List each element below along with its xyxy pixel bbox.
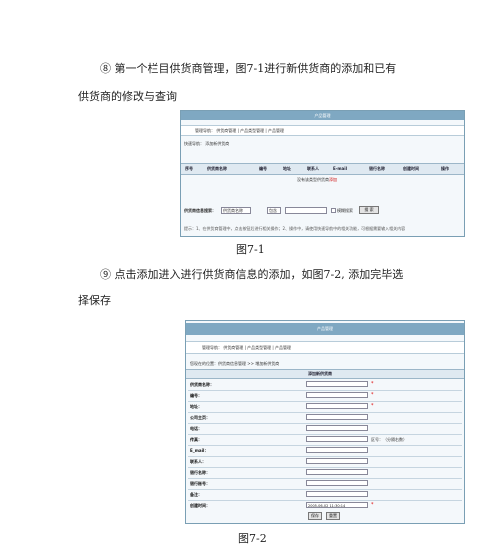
required-mark: * [371, 381, 374, 387]
label-code: 编号： [190, 393, 202, 398]
caption-7-1: 图7-1 [236, 243, 265, 256]
label-remarks: 备注： [190, 492, 202, 497]
input-email[interactable] [306, 447, 368, 453]
label-contact: 联系人： [190, 459, 206, 464]
figure2-section-title: 添加新供货商 [308, 371, 332, 376]
col-email: E-mail [333, 166, 348, 171]
input-bank-name[interactable] [306, 469, 368, 475]
figure1-search-button[interactable]: 搜 索 [359, 206, 379, 214]
save-button[interactable]: 保存 [308, 512, 322, 520]
figure1-search-label: 供货商信息搜索： [184, 208, 216, 213]
figure-7-1-screenshot: 产品管理 管理导航： 供货商管理 | 产品类型管理 | 产品管理 快速导航： 添… [180, 110, 465, 237]
col-contact: 联系人 [307, 166, 319, 171]
figure2-breadcrumb: 您现在的位置：供货商信息管理 >> 增加新供货商 [190, 361, 280, 366]
figure1-empty-row: 没有该类型供货商添加 [297, 177, 337, 183]
fax-note: 区号：（分隔右数） [371, 437, 407, 442]
figure1-tip: 提示：1、在供货商管理中，点击按钮后进行相关操作；2、操作中，请使用快速导航中的… [184, 226, 406, 231]
required-mark: * [371, 403, 374, 409]
col-bank: 银行名称 [369, 166, 385, 171]
paragraph-1-line-2: 供货商的修改与查询 [78, 90, 177, 103]
figure1-fuzzy-label: 模糊搜索 [337, 208, 353, 213]
figure-7-2-screenshot: 产品管理 管理导航： 供货商管理 | 产品类型管理 | 产品管理 您现在的位置：… [185, 320, 465, 524]
col-index: 序号 [185, 166, 193, 171]
label-phone: 电话： [190, 426, 202, 431]
paragraph-2-line-1: ⑨ 点击添加进入进行供货商信息的添加，如图7-2, 添加完毕选 [100, 268, 404, 281]
figure1-search-field-select[interactable]: 供货商名称 [221, 207, 251, 214]
figure1-search-input[interactable] [285, 207, 327, 214]
label-email: E_mail： [190, 448, 209, 453]
input-phone[interactable] [306, 425, 368, 431]
col-created: 创建时间 [403, 166, 419, 171]
figure2-section-header: 添加新供货商 [186, 369, 464, 379]
figure1-search-op-select[interactable]: 包含 [267, 207, 281, 214]
input-homepage[interactable] [306, 414, 368, 420]
input-supplier-name[interactable] [306, 381, 368, 387]
figure1-quick-nav: 快速导航： 添加新供货商 [184, 141, 230, 146]
caption-7-2: 图7-2 [238, 532, 267, 545]
label-bank-name: 银行名称： [190, 470, 210, 475]
figure1-nav: 管理导航： 供货商管理 | 产品类型管理 | 产品管理 [181, 125, 464, 136]
col-supplier-name: 供货商名称 [207, 166, 227, 171]
figure2-nav: 管理导航： 供货商管理 | 产品类型管理 | 产品管理 [186, 341, 464, 354]
col-code: 编号 [259, 166, 267, 171]
input-address[interactable] [306, 403, 368, 409]
label-created-time: 创建时间： [190, 503, 210, 508]
figure1-fuzzy-checkbox[interactable] [331, 208, 336, 213]
label-supplier-name: 供货商名称： [190, 382, 214, 387]
label-homepage: 公司主页： [190, 415, 210, 420]
input-bank-account[interactable] [306, 480, 368, 486]
reset-button[interactable]: 重置 [326, 512, 340, 520]
figure2-title-bar: 产品管理 [186, 323, 464, 335]
input-created-time[interactable]: 2005-06-02 11:30:14 [306, 502, 368, 508]
paragraph-2-line-2: 择保存 [78, 294, 111, 307]
input-fax[interactable] [306, 436, 368, 442]
label-fax: 传真： [190, 437, 202, 442]
figure1-table-header: 序号 供货商名称 编号 地址 联系人 E-mail 银行名称 创建时间 操作 [181, 163, 464, 175]
empty-text: 没有该类型供货商 [297, 177, 329, 182]
col-address: 地址 [283, 166, 291, 171]
required-mark: * [371, 502, 374, 508]
input-contact[interactable] [306, 458, 368, 464]
empty-add-link[interactable]: 添加 [329, 177, 337, 182]
required-mark: * [371, 392, 374, 398]
label-bank-account: 银行账号： [190, 481, 210, 486]
paragraph-1-line-1: ⑧ 第一个栏目供货商管理，图7-1进行新供货商的添加和已有 [100, 62, 397, 75]
input-remarks[interactable] [306, 491, 368, 497]
input-code[interactable] [306, 392, 368, 398]
figure1-title-bar: 产品管理 [181, 111, 464, 120]
label-address: 地址： [190, 404, 202, 409]
col-actions: 操作 [441, 166, 449, 171]
